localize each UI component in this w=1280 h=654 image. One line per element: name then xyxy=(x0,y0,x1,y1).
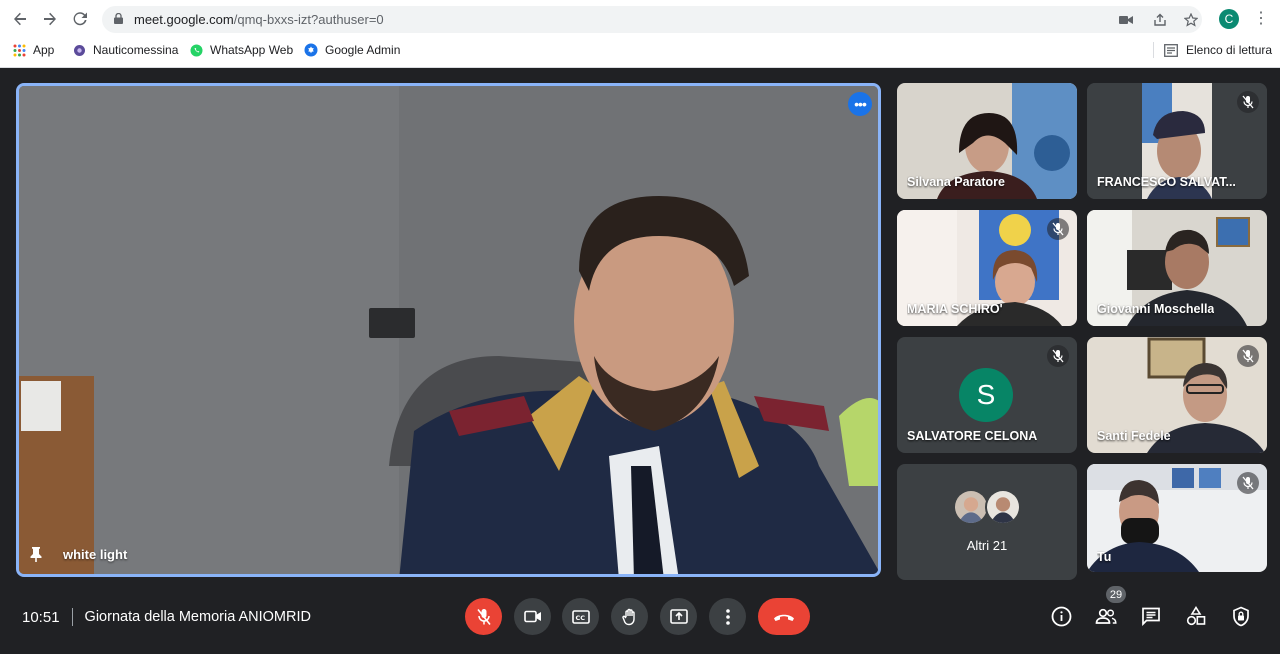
raise-hand-icon xyxy=(621,608,635,625)
host-controls-button[interactable] xyxy=(1228,603,1254,629)
bookmark-label: App xyxy=(33,43,55,57)
participants-button[interactable] xyxy=(1093,603,1119,629)
whatsapp-icon xyxy=(189,43,203,57)
bookmark-apps[interactable]: App xyxy=(12,42,54,58)
camera-in-use-icon[interactable] xyxy=(1117,11,1135,29)
participant-name: FRANCESCO SALVAT... xyxy=(1097,175,1236,189)
lock-icon xyxy=(114,13,123,24)
reading-list-label: Elenco di lettura xyxy=(1186,43,1273,57)
meet-stage: ••• white light Silvana Paratore FRANCES… xyxy=(0,68,1280,654)
mic-off-icon xyxy=(1237,345,1259,367)
present-icon xyxy=(669,609,688,624)
bookmark-whatsapp[interactable]: WhatsApp Web xyxy=(189,42,293,58)
chat-icon xyxy=(1142,607,1160,626)
participant-name: Giovanni Moschella xyxy=(1097,302,1215,316)
mic-off-icon xyxy=(1047,345,1069,367)
url-host: meet.google.com xyxy=(134,12,234,27)
others-tile[interactable]: Altri 21 xyxy=(897,464,1077,580)
browser-chrome: meet.google.com/qmq-bxxs-izt?authuser=0 … xyxy=(0,0,1280,68)
apps-grid-icon xyxy=(12,43,26,57)
self-tile[interactable]: Tu xyxy=(1087,464,1267,572)
raise-hand-button[interactable] xyxy=(611,598,648,635)
more-options-button[interactable] xyxy=(709,598,746,635)
speaker-video-frame xyxy=(19,86,878,574)
bookmark-label: Google Admin xyxy=(325,43,401,57)
bookmark-star-icon[interactable] xyxy=(1182,11,1200,29)
main-tile-label: white light xyxy=(29,546,127,562)
self-name: Tu xyxy=(1097,550,1112,564)
mic-off-icon xyxy=(1237,91,1259,113)
participant-tile[interactable]: Giovanni Moschella xyxy=(1087,210,1267,326)
profile-avatar[interactable]: C xyxy=(1219,9,1239,29)
more-vert-icon xyxy=(725,608,730,625)
url-text: meet.google.com/qmq-bxxs-izt?authuser=0 xyxy=(134,12,384,27)
others-avatar-stack xyxy=(953,489,1023,525)
url-path: /qmq-bxxs-izt?authuser=0 xyxy=(233,12,384,27)
leave-call-button[interactable] xyxy=(758,598,810,635)
svg-text:CC: CC xyxy=(575,614,585,622)
participant-name: MARIA SCHIRO' xyxy=(907,302,1003,316)
bookmark-nauticomessina[interactable]: Nauticomessina xyxy=(72,42,178,58)
tile-more-options-button[interactable]: ••• xyxy=(848,92,872,116)
participant-avatar: S xyxy=(959,368,1013,422)
bookmark-separator xyxy=(1153,42,1154,58)
hang-up-icon xyxy=(774,614,794,621)
divider xyxy=(71,608,73,626)
meeting-controls-bar: 10:51 Giornata della Memoria ANIOMRID CC xyxy=(0,586,1280,654)
nauticomessina-favicon xyxy=(72,43,86,57)
present-screen-button[interactable] xyxy=(660,598,697,635)
browser-menu-icon[interactable]: ⋮ xyxy=(1253,9,1269,29)
participant-tile[interactable]: FRANCESCO SALVAT... xyxy=(1087,83,1267,199)
people-icon xyxy=(1095,608,1117,624)
main-video-tile[interactable]: ••• white light xyxy=(16,83,881,577)
captions-icon: CC xyxy=(571,609,590,624)
camera-icon xyxy=(523,610,541,623)
participant-tile[interactable]: MARIA SCHIRO' xyxy=(897,210,1077,326)
participant-tile[interactable]: Santi Fedele xyxy=(1087,337,1267,453)
participant-name: Santi Fedele xyxy=(1097,429,1171,443)
shield-lock-icon xyxy=(1233,606,1249,626)
pin-icon[interactable] xyxy=(29,546,43,562)
reload-icon[interactable] xyxy=(69,8,91,30)
participant-count-badge: 29 xyxy=(1106,586,1126,603)
captions-button[interactable]: CC xyxy=(562,598,599,635)
activities-icon xyxy=(1186,606,1206,626)
forward-arrow-icon[interactable] xyxy=(39,8,61,30)
participant-name: SALVATORE CELONA xyxy=(907,429,1038,443)
reading-list-button[interactable]: Elenco di lettura xyxy=(1153,42,1272,58)
bookmarks-bar: App Nauticomessina WhatsApp Web Google A… xyxy=(0,38,1280,62)
reading-list-icon xyxy=(1164,43,1178,57)
activities-button[interactable] xyxy=(1183,603,1209,629)
share-icon[interactable] xyxy=(1151,11,1169,29)
chat-button[interactable] xyxy=(1138,603,1164,629)
meeting-time: 10:51 xyxy=(22,608,60,626)
address-bar[interactable]: meet.google.com/qmq-bxxs-izt?authuser=0 xyxy=(102,6,1202,33)
info-icon xyxy=(1051,606,1071,626)
others-count-label: Altri 21 xyxy=(966,538,1008,553)
bookmark-google-admin[interactable]: Google Admin xyxy=(304,42,400,58)
camera-toggle-button[interactable] xyxy=(514,598,551,635)
participant-tile[interactable]: S SALVATORE CELONA xyxy=(897,337,1077,453)
mic-off-icon xyxy=(1047,218,1069,240)
main-speaker-name: white light xyxy=(63,546,128,562)
meeting-title: Giornata della Memoria ANIOMRID xyxy=(84,609,311,625)
participant-avatar xyxy=(953,489,989,525)
browser-toolbar: meet.google.com/qmq-bxxs-izt?authuser=0 … xyxy=(0,0,1280,38)
meeting-info: 10:51 Giornata della Memoria ANIOMRID xyxy=(22,608,311,626)
microphone-toggle-button[interactable] xyxy=(465,598,502,635)
bookmark-label: WhatsApp Web xyxy=(210,43,294,57)
back-arrow-icon[interactable] xyxy=(9,8,31,30)
participant-name: Silvana Paratore xyxy=(907,175,1005,189)
google-admin-icon xyxy=(304,43,318,57)
mic-off-icon xyxy=(476,608,491,625)
mic-off-icon xyxy=(1237,472,1259,494)
bookmark-label: Nauticomessina xyxy=(93,43,179,57)
participant-avatar xyxy=(985,489,1021,525)
meeting-details-button[interactable] xyxy=(1048,603,1074,629)
participant-tile[interactable]: Silvana Paratore xyxy=(897,83,1077,199)
